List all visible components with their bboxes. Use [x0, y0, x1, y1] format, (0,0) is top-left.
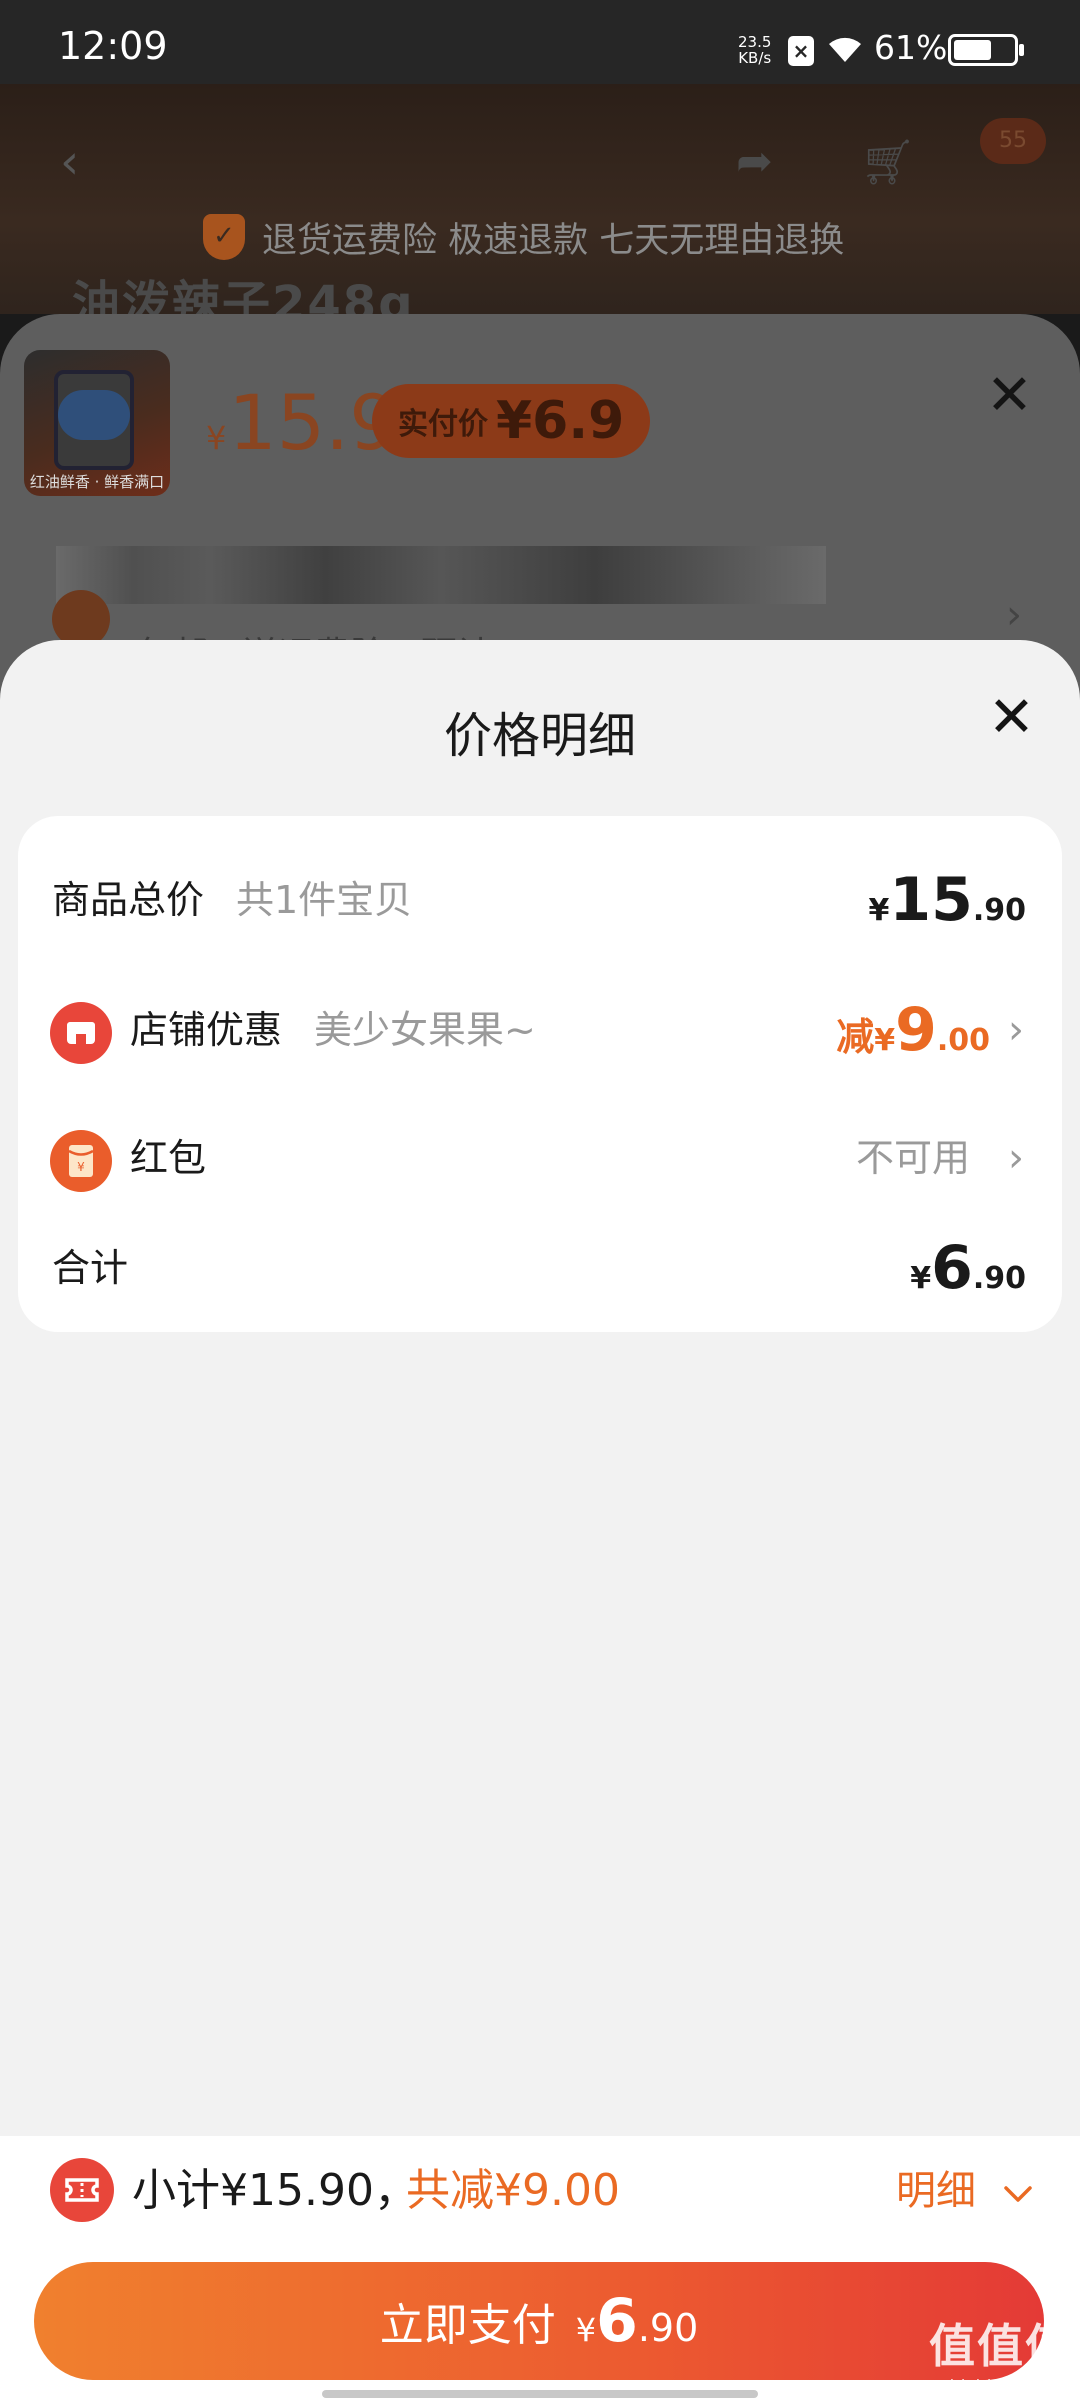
goods-count: 共1件宝贝: [236, 878, 413, 922]
red-packet-label: 红包: [130, 1136, 207, 1180]
battery-percent: 61%: [874, 28, 948, 67]
redacted-area: [56, 546, 826, 604]
pay-now-button[interactable]: 立即支付 ¥6.90: [34, 2262, 1044, 2380]
shop-discount-label: 店铺优惠: [130, 1008, 283, 1052]
chevron-right-icon: ›: [1008, 1135, 1024, 1181]
chevron-right-icon: ›: [1008, 1007, 1024, 1053]
store-icon: [50, 1002, 112, 1064]
guarantee-text: 退货运费险 极速退款 七天无理由退换: [262, 221, 845, 261]
cart-icon: 🛒︎: [860, 137, 916, 188]
detail-toggle[interactable]: 明细: [896, 2156, 1033, 2226]
subtotal-text: 小计¥15.90，: [132, 2165, 418, 2216]
row-sum: 合计 ¥6.90: [18, 1208, 1062, 1328]
checkout-bar: 小计¥15.90， 共减¥9.00 明细 立即支付 ¥6.90: [0, 2136, 1080, 2400]
status-bar: 12:09 23.5 KB/s × 61%: [0, 0, 1080, 84]
pay-now-label: 立即支付: [379, 2300, 556, 2351]
sku-price: ¥15.9: [206, 378, 398, 467]
product-page-background: ‹ ➦ 🛒︎ 55 ✓ 退货运费险 极速退款 七天无理由退换 油泼辣子248g: [0, 84, 1080, 314]
network-speed: 23.5 KB/s: [738, 34, 771, 66]
home-indicator[interactable]: [322, 2390, 758, 2398]
network-speed-unit: KB/s: [738, 49, 772, 67]
status-time: 12:09: [58, 24, 168, 68]
product-name: 油泼辣子248g: [72, 276, 415, 314]
goods-total-amount: ¥15.90: [868, 865, 1026, 935]
coupon-icon: [50, 2158, 114, 2222]
price-detail-card: 商品总价 共1件宝贝 ¥15.90 店铺优惠 美少女果果~ 减¥9.00 › ¥…: [18, 816, 1062, 1332]
product-thumbnail: 红油鲜香 · 鲜香满口: [24, 350, 170, 496]
pay-price-label: 实付价: [398, 407, 488, 442]
pay-now-amount: ¥6.90: [575, 2286, 699, 2356]
no-sim-icon: ×: [788, 36, 814, 66]
watermark-logo: 值值值: [929, 2319, 1073, 2373]
red-packet-status: 不可用: [855, 1136, 970, 1180]
close-icon[interactable]: ✕: [988, 690, 1035, 746]
sum-label: 合计: [52, 1246, 129, 1290]
row-shop-discount[interactable]: 店铺优惠 美少女果果~ 减¥9.00 ›: [18, 970, 1062, 1090]
watermark: 值值值 zhizhizhi.com: [926, 2310, 1076, 2395]
chevron-right-icon: ›: [1006, 592, 1022, 638]
detail-toggle-label: 明细: [896, 2168, 976, 2214]
pay-price-value: ¥6.9: [496, 391, 625, 451]
battery-icon: [948, 34, 1024, 66]
shop-discount-amount: 减¥9.00: [836, 995, 990, 1065]
chevron-down-icon: [1003, 2156, 1033, 2226]
sum-amount: ¥6.90: [910, 1233, 1026, 1303]
row-goods-total: 商品总价 共1件宝贝 ¥15.90: [18, 840, 1062, 960]
thumbnail-caption: 红油鲜香 · 鲜香满口: [29, 473, 165, 491]
goods-total-label: 商品总价: [52, 878, 205, 922]
total-discount-text: 共减¥9.00: [406, 2165, 620, 2216]
pay-price-pill: 实付价 ¥6.9: [372, 384, 651, 458]
cart-count-badge: 55: [980, 118, 1046, 164]
back-icon: ‹: [60, 134, 80, 190]
network-speed-value: 23.5: [738, 33, 772, 51]
sheet-title: 价格明细: [443, 708, 636, 764]
share-icon: ➦: [736, 136, 773, 187]
watermark-site: zhizhizhi.com: [940, 2376, 1062, 2395]
sku-sheet-close-icon[interactable]: ✕: [986, 368, 1033, 424]
row-red-packet[interactable]: ¥ 红包 不可用 ›: [18, 1098, 1062, 1218]
shield-check-icon: ✓: [203, 214, 245, 260]
wifi-icon: [826, 32, 864, 68]
red-packet-icon: ¥: [50, 1130, 112, 1192]
svg-text:¥: ¥: [77, 1160, 85, 1174]
shop-name: 美少女果果~: [314, 1008, 536, 1052]
